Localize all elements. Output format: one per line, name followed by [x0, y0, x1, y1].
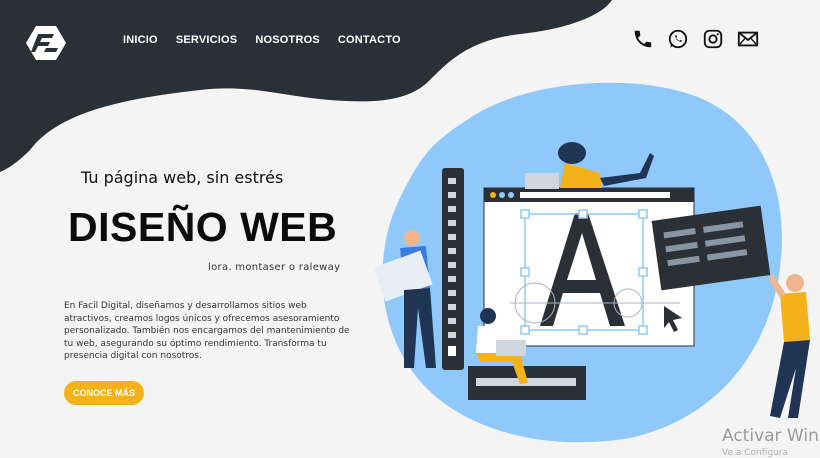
watermark-line1: Activar Win [722, 426, 819, 446]
mail-icon[interactable] [737, 28, 759, 50]
main-nav: INICIO SERVICIOS NOSOTROS CONTACTO [123, 34, 401, 46]
web-design-illustration [373, 82, 810, 443]
nav-item-inicio[interactable]: INICIO [123, 34, 158, 46]
phone-icon[interactable] [632, 28, 654, 50]
hero-description: En Facil Digital, diseñamos y desarrolla… [64, 301, 350, 361]
whatsapp-icon[interactable] [667, 28, 689, 50]
nav-item-nosotros[interactable]: NOSOTROS [255, 34, 320, 46]
hero-tagline: Tu página web, sin estrés [81, 168, 284, 187]
social-links [632, 28, 759, 50]
facil-digital-logo[interactable] [26, 24, 66, 62]
nav-item-contacto[interactable]: CONTACTO [338, 34, 401, 46]
watermark-line2: Ve a Configura [722, 448, 789, 458]
instagram-icon[interactable] [702, 28, 724, 50]
nav-item-servicios[interactable]: SERVICIOS [176, 34, 238, 46]
conoce-mas-button[interactable]: CONOCE MÁS [64, 381, 144, 405]
hero-headline: DISEÑO WEB [68, 204, 338, 250]
font-note: lora. montaser o raleway [208, 262, 341, 273]
